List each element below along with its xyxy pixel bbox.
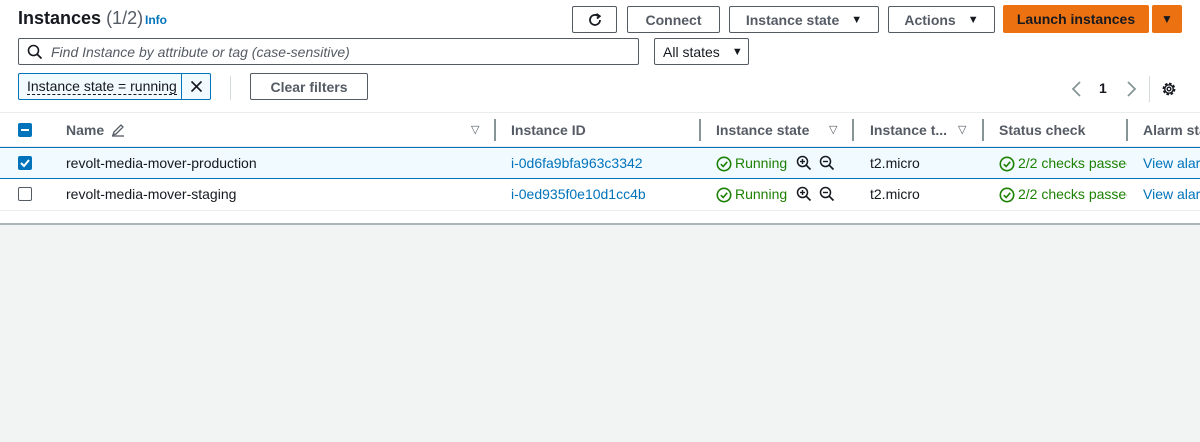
instance-name: revolt-media-mover-staging (66, 186, 237, 202)
column-resizer[interactable] (852, 119, 854, 141)
check-circle-icon (999, 156, 1015, 172)
chevron-left-icon[interactable] (1070, 80, 1084, 98)
pagination-divider (1149, 76, 1150, 102)
instance-id-link[interactable]: i-0d6fa9bfa963c3342 (511, 155, 643, 171)
instance-type-value: t2.micro (870, 186, 920, 202)
status-check-value: 2/2 checks passec (1018, 186, 1127, 202)
clear-filters-button[interactable]: Clear filters (250, 73, 368, 100)
row-checkbox[interactable] (18, 187, 32, 201)
row-checkbox[interactable] (18, 156, 32, 170)
instance-state-dropdown[interactable]: Instance state ▼ (729, 6, 879, 33)
filter-divider (230, 76, 231, 100)
refresh-button[interactable] (572, 6, 617, 33)
column-header-name-label: Name (66, 122, 105, 138)
table-row[interactable]: revolt-media-mover-production i-0d6fa9bf… (0, 147, 1200, 179)
actions-label: Actions (904, 11, 956, 28)
close-icon (190, 80, 202, 93)
caret-down-icon: ▼ (967, 13, 979, 26)
column-header-instance-type[interactable]: Instance t... (870, 122, 947, 138)
instance-id-link[interactable]: i-0ed935f0e10d1cc4b (511, 186, 646, 202)
instance-state-value: Running (735, 186, 788, 202)
search-input[interactable]: Find Instance by attribute or tag (case-… (18, 38, 639, 65)
page-number[interactable]: 1 (1099, 80, 1107, 96)
instance-state-label: Instance state (745, 11, 840, 28)
page-title: Instances (1/2) (18, 8, 143, 29)
view-alarms-link[interactable]: View alar (1143, 186, 1200, 202)
selection-count: (1/2) (106, 8, 144, 28)
minus-icon (21, 129, 29, 131)
connect-button[interactable]: Connect (627, 6, 720, 33)
column-header-instance-id[interactable]: Instance ID (511, 122, 586, 138)
remove-filter-button[interactable] (181, 74, 210, 99)
search-placeholder: Find Instance by attribute or tag (case-… (51, 44, 350, 60)
zoom-out-icon[interactable] (819, 186, 835, 202)
column-resizer[interactable] (699, 119, 701, 141)
column-resizer[interactable] (1126, 119, 1128, 141)
state-filter-value: All states (663, 43, 720, 60)
check-circle-icon (999, 187, 1015, 203)
launch-instances-button[interactable]: Launch instances (1003, 5, 1149, 33)
check-icon (20, 159, 30, 168)
edit-icon (112, 124, 125, 137)
refresh-icon (588, 12, 601, 26)
zoom-out-icon[interactable] (819, 155, 835, 171)
launch-instances-label: Launch instances (1016, 11, 1136, 27)
search-icon (27, 44, 43, 60)
column-resizer[interactable] (982, 119, 984, 141)
column-header-instance-state[interactable]: Instance state (716, 122, 809, 138)
sort-icon[interactable]: ▽ (471, 123, 479, 136)
instance-state-value: Running (735, 155, 788, 171)
filter-token: Instance state = running (18, 73, 211, 100)
caret-down-icon: ▼ (1161, 12, 1173, 26)
actions-dropdown[interactable]: Actions ▼ (888, 6, 995, 33)
table-header: Name ▽ Instance ID Instance state ▽ Inst… (0, 112, 1200, 147)
column-header-name[interactable]: Name (66, 122, 125, 138)
caret-down-icon: ▼ (851, 13, 863, 26)
select-all-checkbox[interactable] (18, 123, 32, 137)
check-circle-icon (716, 187, 732, 203)
instances-panel: Instances (1/2) Info Connect Instance st… (0, 0, 1200, 225)
column-resizer[interactable] (494, 119, 496, 141)
filter-token-label[interactable]: Instance state = running (27, 79, 177, 95)
sort-icon[interactable]: ▽ (958, 123, 966, 136)
chevron-right-icon[interactable] (1124, 80, 1138, 98)
gear-icon[interactable] (1160, 80, 1178, 98)
column-header-status-check[interactable]: Status check (999, 122, 1085, 138)
caret-down-icon: ▼ (731, 45, 743, 58)
instance-type-value: t2.micro (870, 155, 920, 171)
state-filter-select[interactable]: All states ▼ (654, 38, 749, 65)
table-row[interactable]: revolt-media-mover-staging i-0ed935f0e10… (0, 179, 1200, 211)
zoom-in-icon[interactable] (796, 155, 812, 171)
page-title-text: Instances (18, 8, 102, 28)
info-link[interactable]: Info (145, 13, 167, 27)
sort-icon[interactable]: ▽ (829, 123, 837, 136)
status-check-value: 2/2 checks passec (1018, 155, 1127, 171)
instance-name: revolt-media-mover-production (66, 155, 257, 171)
view-alarms-link[interactable]: View alar (1143, 155, 1200, 171)
connect-label: Connect (645, 11, 702, 28)
column-header-alarm-status[interactable]: Alarm sta (1143, 122, 1200, 138)
launch-options-button[interactable]: ▼ (1152, 5, 1182, 33)
clear-filters-label: Clear filters (270, 78, 348, 95)
zoom-in-icon[interactable] (796, 186, 812, 202)
check-circle-icon (716, 156, 732, 172)
